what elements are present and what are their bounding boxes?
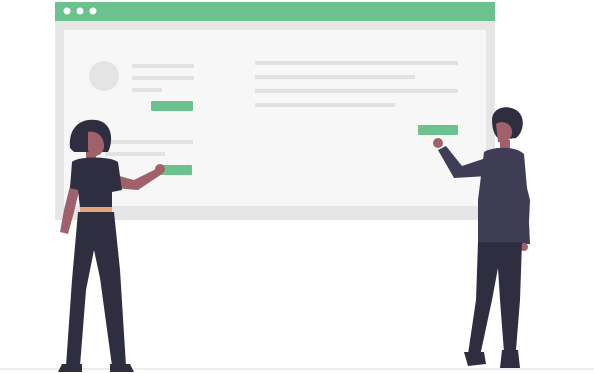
avatar-placeholder-icon <box>89 61 119 91</box>
woman-shoe <box>58 364 82 372</box>
man-shoe <box>464 352 486 366</box>
woman-shoe <box>110 364 134 372</box>
text-placeholder-line <box>255 89 458 93</box>
text-placeholder-line <box>105 140 193 144</box>
text-placeholder-line <box>255 75 415 79</box>
window-titlebar <box>55 2 495 21</box>
man-shoe <box>500 350 520 368</box>
woman-hand <box>155 164 165 174</box>
card-button <box>151 101 193 111</box>
content-button <box>418 125 458 135</box>
text-placeholder-line <box>255 103 395 107</box>
illustration <box>0 2 594 372</box>
window-dot-icon <box>89 7 97 15</box>
woman-belt <box>80 207 112 212</box>
text-placeholder-line <box>132 64 194 68</box>
man-hand <box>433 138 443 148</box>
window-dot-icon <box>63 7 71 15</box>
text-placeholder-line <box>132 76 194 80</box>
woman-trousers <box>66 212 126 366</box>
text-placeholder-line <box>105 152 165 156</box>
window-dot-icon <box>76 7 84 15</box>
ground-line <box>0 368 594 370</box>
text-placeholder-line <box>255 61 458 65</box>
man-trousers <box>468 242 522 356</box>
text-placeholder-line <box>132 88 162 92</box>
